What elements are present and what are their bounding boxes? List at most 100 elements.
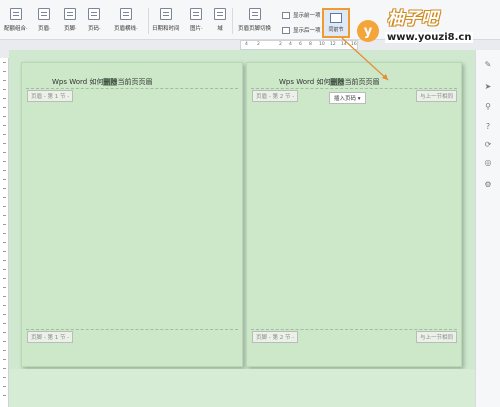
ruler-tick-mark [3,134,6,135]
ruler-tick: 14 [341,42,347,47]
header-button[interactable]: 页眉· [38,8,51,36]
pointer-icon[interactable]: ➤ [483,82,493,92]
document-icon [9,8,22,20]
ruler-tick-mark [3,368,6,369]
ruler-tick-mark [3,71,6,72]
calendar-icon [159,8,172,20]
ruler-tick-mark [3,350,6,351]
header-footer-switch-label: 页眉页脚切换 [238,26,272,32]
page-number-label: 页码· [88,26,101,32]
tools-icon[interactable]: ⚙ [483,180,493,190]
ruler-tick: 16 [351,42,357,47]
right-sidebar: ✎ ➤ ⚲ ? ⟳ ◎ ⚙ [475,50,500,407]
same-as-previous-footer-tag: 与上一节相同 [415,331,457,343]
ruler-tick-mark [3,116,6,117]
ruler-tick-mark [3,377,6,378]
ruler-tick-mark [3,62,6,63]
page-1[interactable]: Wps Word 如何删除当前页页眉 页眉 - 第 1 节 - 页脚 - 第 1… [21,62,243,367]
ruler-tick: 6 [299,42,302,47]
date-time-button[interactable]: 日期和时间 [152,8,180,36]
header-line-button[interactable]: 页眉横线· [114,8,138,36]
ruler-tick: 4 [289,42,292,47]
footer-boundary [251,329,457,330]
workspace-bottom [9,369,475,407]
help-icon[interactable]: ? [483,122,493,132]
ruler-tick-mark [3,233,6,234]
ruler-tick: 8 [309,42,312,47]
ruler-tick-mark [3,278,6,279]
ruler-tick-mark [3,215,6,216]
ruler-tick-mark [3,125,6,126]
ruler-tick-mark [3,287,6,288]
combo-label: 配额组合· [4,26,28,32]
ruler-tick: 10 [319,42,325,47]
ruler-tick-mark [3,296,6,297]
combo-button[interactable]: 配额组合· [4,8,28,36]
show-previous-label: 显示前一项 [293,13,321,19]
ruler-tick-mark [3,224,6,225]
ruler-tick-mark [3,341,6,342]
header-section-tag: 页眉 - 第 2 节 - [252,90,299,102]
ruler-tick: 12 [330,42,336,47]
ruler-tick-mark [3,179,6,180]
header-icon [38,8,51,20]
header-text-prefix: Wps Word 如何 [52,78,104,86]
header-line-label: 页眉横线· [114,26,138,32]
horizontal-ruler[interactable]: 4 2 2 4 6 8 10 12 14 16 [240,40,358,50]
ruler-tick-mark [3,314,6,315]
ruler-tick-mark [3,323,6,324]
header-text-suffix: 当前页页眉 [344,78,380,86]
location-icon[interactable]: ◎ [483,158,493,168]
ruler-tick-mark [3,359,6,360]
page-number-icon [88,8,101,20]
vertical-ruler[interactable] [0,58,9,407]
page-number-button[interactable]: 页码· [88,8,101,36]
document-workspace: Wps Word 如何删除当前页页眉 页眉 - 第 1 节 - 页脚 - 第 1… [9,50,475,407]
ruler-tick: 2 [257,42,260,47]
watermark-brand: 柚子吧 [387,9,438,29]
watermark-url: www.youzi8.cn [385,32,474,43]
header-section-tag: 页眉 - 第 1 节 - [27,90,74,102]
same-as-previous-icon [330,13,342,23]
ruler-tick-mark [3,170,6,171]
header-label: 页眉· [38,26,51,32]
ruler-tick-mark [3,98,6,99]
footer-section-tag: 页脚 - 第 1 节 - [27,331,74,343]
header-footer-switch-button[interactable]: 页眉页脚切换 [238,8,271,36]
header-text-selected: 删除 [103,78,118,86]
header-text-prefix: Wps Word 如何 [279,78,331,86]
show-next-icon [282,26,290,34]
header-text[interactable]: Wps Word 如何删除当前页页眉 [52,77,152,87]
page-2[interactable]: Wps Word 如何删除当前页页眉 页眉 - 第 2 节 - 与上一节相同 插… [246,62,462,367]
insert-page-number-label: 插入页码 ▾ [334,96,361,102]
field-button[interactable]: 域 [214,8,226,36]
header-text-suffix: 当前页页眉 [117,78,153,86]
ruler-tick-mark [3,260,6,261]
field-label: 域 [217,26,223,32]
date-time-label: 日期和时间 [152,26,180,32]
ruler-tick-mark [3,332,6,333]
ruler-tick-mark [3,80,6,81]
show-next-button[interactable]: 显示后一项 [282,26,321,34]
same-as-previous-header-tag: 与上一节相同 [415,90,457,102]
field-icon [214,8,226,20]
ruler-tick-mark [3,197,6,198]
sync-icon[interactable]: ⟳ [483,140,493,150]
ruler-tick-mark [3,143,6,144]
ruler-tick-mark [3,89,6,90]
picture-button[interactable]: 图片· [190,8,203,36]
toolbar-divider [148,8,149,34]
ruler-tick-mark [3,188,6,189]
ruler-tick-mark [3,395,6,396]
header-text[interactable]: Wps Word 如何删除当前页页眉 [279,77,379,87]
insert-page-number-button[interactable]: 插入页码 ▾ [329,92,366,104]
footer-button[interactable]: 页脚· [64,8,77,36]
show-previous-button[interactable]: 显示前一项 [282,11,321,19]
filter-icon[interactable]: ⚲ [483,102,493,112]
footer-boundary [26,329,238,330]
edit-icon[interactable]: ✎ [483,60,493,70]
same-as-previous-button[interactable]: 同前节 [322,8,350,38]
show-previous-icon [282,11,290,19]
ruler-tick-mark [3,242,6,243]
toolbar-divider [232,8,233,34]
